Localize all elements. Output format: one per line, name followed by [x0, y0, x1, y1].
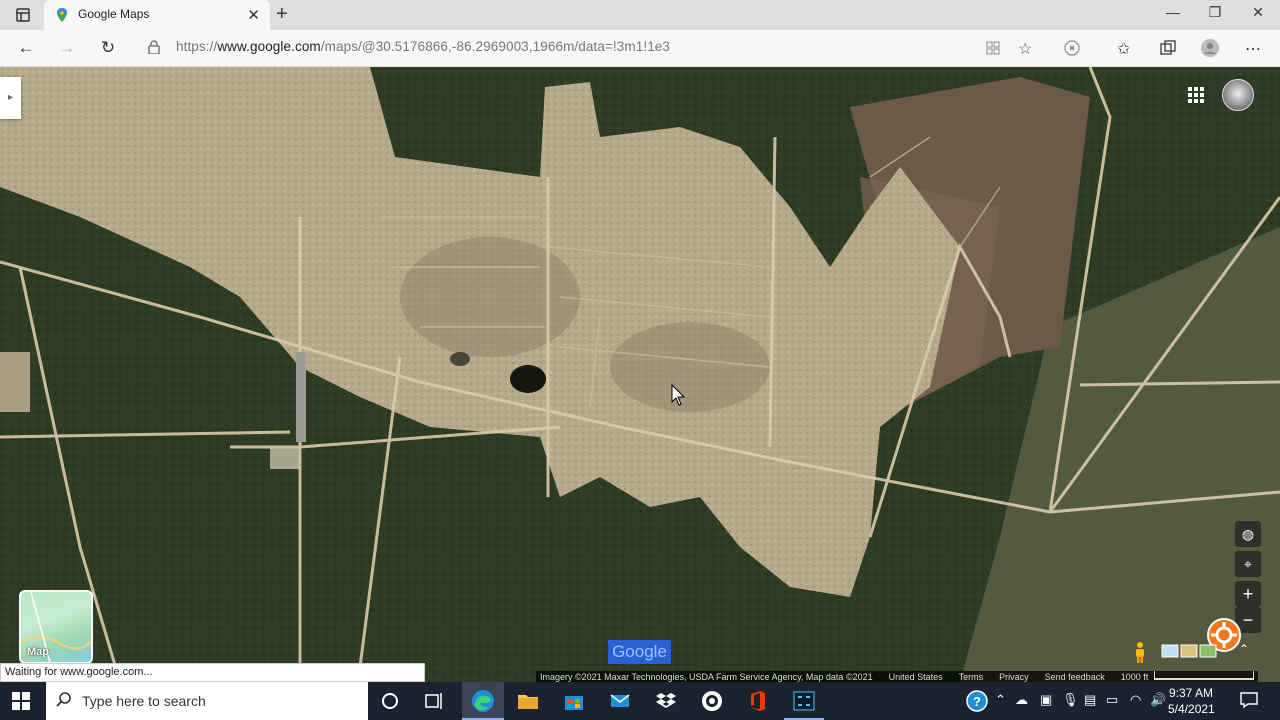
search-placeholder: Type here to search [82, 693, 206, 709]
address-bar: ← → ↻ https://www.google.com/maps/@30.51… [0, 30, 1280, 67]
close-window-icon[interactable]: ✕ [1243, 4, 1273, 21]
cortana-icon[interactable] [378, 689, 402, 713]
satellite-imagery [0, 67, 1280, 682]
action-center-icon[interactable] [1240, 692, 1258, 708]
map-attribution-bar: Imagery ©2021 Maxar Technologies, USDA F… [536, 671, 1259, 682]
task-view-icon[interactable] [422, 689, 446, 713]
add-favorite-icon[interactable]: ☆ [1018, 39, 1036, 58]
tab-actions-icon[interactable] [8, 6, 36, 24]
send-feedback-link[interactable]: Send feedback [1045, 671, 1105, 682]
new-tab-icon[interactable]: + [276, 3, 288, 26]
microphone-icon[interactable]: 🎙 [1062, 692, 1079, 708]
tab-title: Google Maps [78, 7, 150, 21]
imagery-thumbnails[interactable] [1160, 641, 1220, 661]
edge-taskbar-button[interactable] [462, 682, 504, 720]
google-maps-favicon-icon [57, 8, 67, 22]
profile-icon[interactable] [1201, 39, 1219, 57]
favorites-icon[interactable]: ✩ [1117, 39, 1135, 58]
battery-icon[interactable]: ▭ [1106, 692, 1118, 708]
country-link[interactable]: United States [889, 671, 943, 682]
wifi-icon[interactable]: ◠ [1130, 692, 1141, 708]
search-icon [56, 692, 71, 707]
svg-text:?: ? [973, 694, 981, 709]
pegman-icon[interactable] [1131, 641, 1149, 663]
settings-more-icon[interactable]: ⋯ [1245, 39, 1263, 58]
windows-start-icon[interactable] [12, 692, 30, 710]
expand-side-panel-button[interactable]: ▸ [0, 77, 21, 119]
lock-icon[interactable] [148, 40, 160, 54]
restore-icon[interactable]: ❐ [1200, 4, 1230, 21]
my-location-icon[interactable]: ⌖ [1235, 551, 1261, 577]
minimize-icon[interactable]: — [1158, 4, 1188, 20]
chevron-up-icon[interactable]: ⌃ [1239, 642, 1249, 656]
clock-time: 9:37 AM [1168, 686, 1214, 700]
collections-icon[interactable] [1159, 39, 1177, 57]
volume-icon[interactable]: 🔊 [1150, 692, 1166, 708]
scale-bar [1154, 671, 1255, 680]
mail-icon[interactable] [608, 689, 632, 713]
onedrive-icon[interactable]: ☁ [1015, 692, 1028, 708]
screen-recorder-taskbar-button[interactable] [784, 682, 824, 720]
system-clock[interactable]: 9:37 AM 5/4/2021 [1168, 685, 1215, 717]
help-icon[interactable]: ? [966, 690, 988, 712]
account-avatar[interactable] [1222, 79, 1254, 111]
google-apps-icon[interactable] [1187, 86, 1205, 104]
file-explorer-icon[interactable] [516, 689, 540, 713]
layer-label: Map [27, 646, 49, 658]
screen-recorder-icon [793, 691, 815, 711]
browser-status-bar: Waiting for www.google.com... [0, 663, 425, 682]
url-scheme: https:// [176, 39, 218, 54]
refresh-icon[interactable]: ↻ [98, 38, 118, 58]
microsoft-store-icon[interactable] [562, 689, 586, 713]
tab-google-maps[interactable]: Google Maps ✕ [44, 0, 270, 30]
forward-icon[interactable]: → [57, 38, 77, 58]
close-tab-icon[interactable]: ✕ [247, 6, 260, 24]
edge-browser-icon [472, 690, 494, 712]
tray-app-icon[interactable]: ▣ [1040, 692, 1052, 708]
map-layer-toggle[interactable]: Map [19, 590, 93, 664]
taskbar-search-box[interactable]: Type here to search [46, 682, 368, 720]
privacy-link[interactable]: Privacy [999, 671, 1029, 682]
zoom-in-button[interactable]: + [1235, 581, 1261, 607]
office-icon[interactable] [746, 689, 770, 713]
back-icon[interactable]: ← [16, 38, 36, 58]
satellite-map[interactable]: ▸ ◍ ⌖ + − Map Google ⌃ Imagery ©2021 Max… [0, 67, 1280, 682]
google-logo: Google [608, 640, 671, 664]
globe-view-icon[interactable]: ◍ [1235, 521, 1261, 547]
app-available-icon[interactable] [984, 39, 1002, 57]
windows-taskbar: Type here to search ? ⌃ ☁ ▣ 🎙 ▤ ▭ ◠ 🔊 9:… [0, 682, 1280, 720]
scale-label[interactable]: 1000 ft [1121, 671, 1149, 682]
terms-link[interactable]: Terms [959, 671, 984, 682]
dropbox-icon[interactable] [654, 689, 678, 713]
show-hidden-icons[interactable]: ⌃ [995, 692, 1006, 708]
url-path: /maps/@30.5176866,-86.2969003,1966m/data… [320, 39, 671, 54]
browser-tab-bar: Google Maps ✕ + — ❐ ✕ [0, 0, 1280, 30]
app-icon[interactable] [700, 689, 724, 713]
clock-date: 5/4/2021 [1168, 702, 1215, 716]
imagery-attribution: Imagery ©2021 Maxar Technologies, USDA F… [540, 672, 873, 682]
url-field[interactable]: https://www.google.com/maps/@30.5176866,… [176, 39, 670, 54]
url-domain: www.google.com [217, 39, 321, 54]
extension-icon[interactable] [1063, 39, 1081, 57]
tray-display-icon[interactable]: ▤ [1084, 692, 1096, 708]
